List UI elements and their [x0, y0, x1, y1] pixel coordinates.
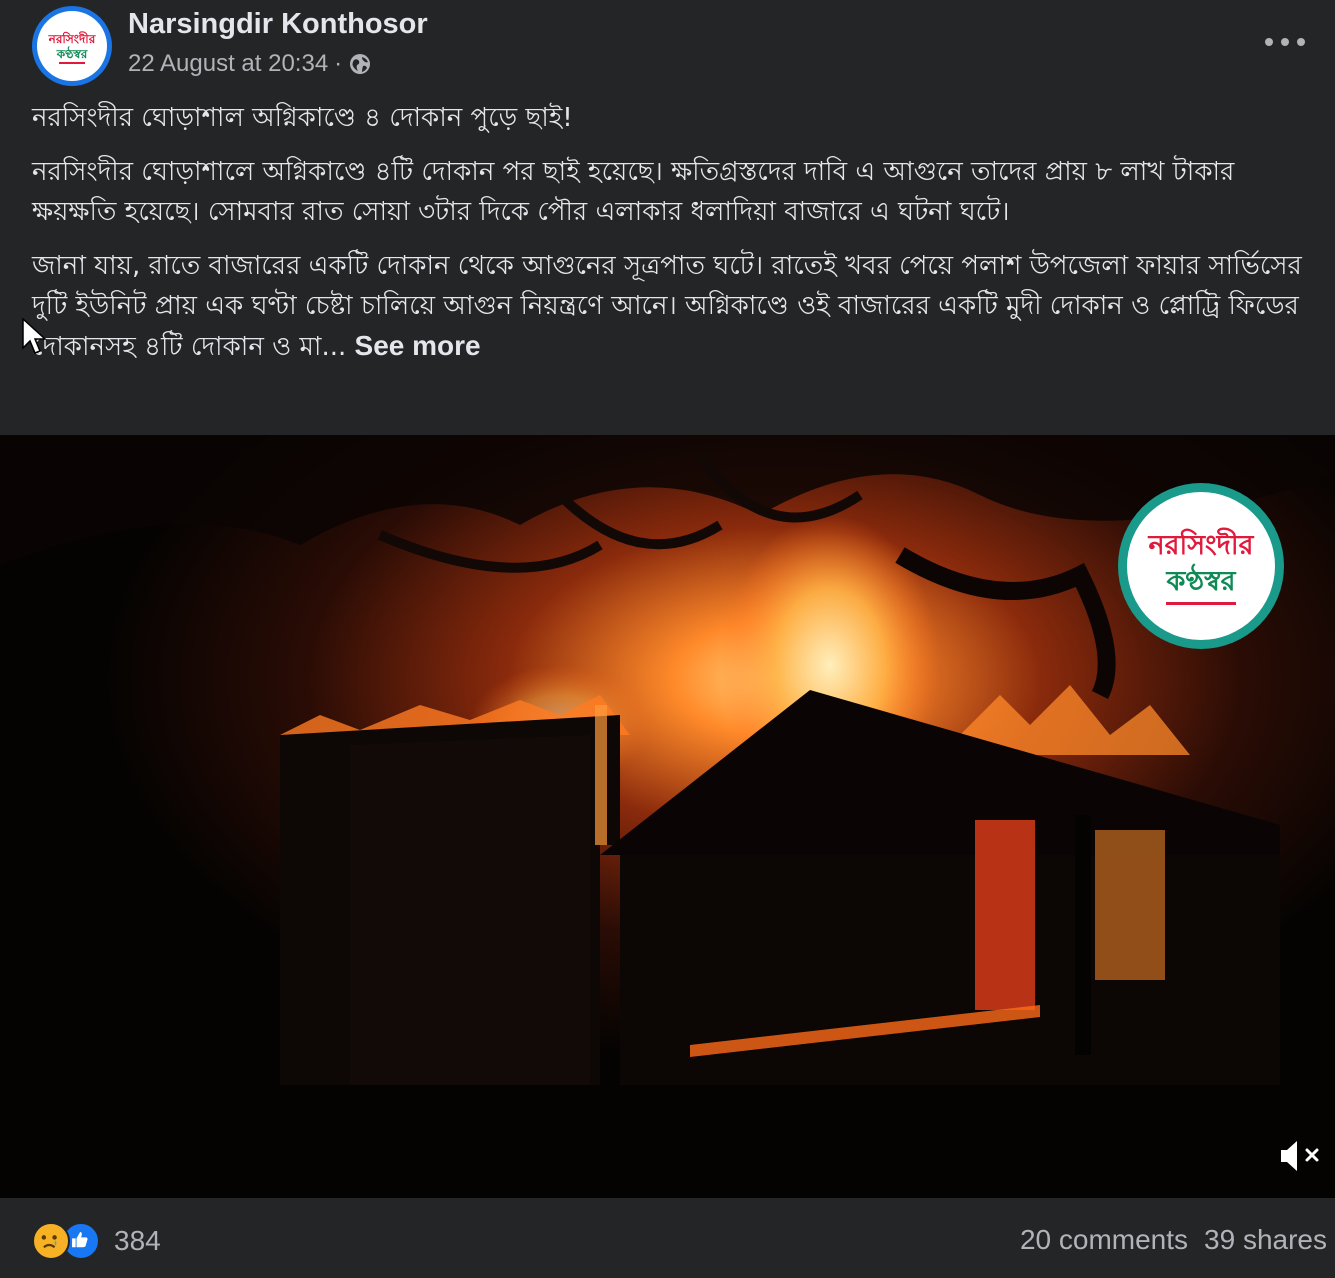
avatar-text-line2: কণ্ঠস্বর	[56, 46, 88, 61]
globe-icon[interactable]	[348, 52, 372, 76]
avatar-text-line1: নরসিংদীর	[48, 31, 96, 46]
page-name[interactable]: Narsingdir Konthosor	[128, 8, 428, 41]
more-options-icon[interactable]	[1265, 28, 1305, 56]
watermark-line-1: নরসিংদীর	[1148, 529, 1254, 561]
reaction-count: 384	[114, 1225, 161, 1256]
post-footer: 384 20 comments 39 shares	[0, 1198, 1335, 1278]
watermark-underline	[1166, 601, 1236, 605]
sad-reaction-icon	[32, 1222, 70, 1260]
post-meta: 22 August at 20:34 ·	[128, 50, 372, 78]
shares-count[interactable]: 39 shares	[1204, 1224, 1327, 1256]
see-more-link[interactable]: See more	[355, 330, 481, 361]
channel-watermark: নরসিংদীর কণ্ঠস্বর	[1118, 483, 1284, 649]
post-headline: নরসিংদীর ঘোড়াশাল অগ্নিকাণ্ডে ৪ দোকান পু…	[32, 103, 573, 133]
post-stats: 20 comments 39 shares	[1020, 1224, 1327, 1256]
mouse-cursor-icon	[22, 318, 47, 354]
video-player[interactable]: নরসিংদীর কণ্ঠস্বর	[0, 435, 1335, 1198]
comments-count[interactable]: 20 comments	[1020, 1224, 1188, 1256]
post-timestamp[interactable]: 22 August at 20:34	[128, 50, 328, 78]
post-paragraph-2: জানা যায়, রাতে বাজারের একটি দোকান থেকে …	[32, 246, 1322, 367]
watermark-line-2: কণ্ঠস্বর	[1166, 565, 1236, 597]
meta-separator: ·	[334, 50, 343, 77]
post-paragraph-1: নরসিংদীর ঘোড়াশালে অগ্নিকাণ্ডে ৪টি দোকান…	[32, 157, 1235, 227]
muted-speaker-icon[interactable]	[1277, 1136, 1321, 1176]
post-text: নরসিংদীর ঘোড়াশাল অগ্নিকাণ্ডে ৪ দোকান পু…	[32, 98, 1322, 381]
reactions-summary[interactable]: 384	[32, 1222, 161, 1260]
post-paragraph-2-text: জানা যায়, রাতে বাজারের একটি দোকান থেকে …	[32, 251, 1302, 362]
post-header: নরসিংদীর কণ্ঠস্বর Narsingdir Konthosor 2…	[0, 0, 1335, 92]
page-avatar[interactable]: নরসিংদীর কণ্ঠস্বর	[32, 6, 112, 86]
avatar-logo: নরসিংদীর কণ্ঠস্বর	[37, 11, 107, 81]
